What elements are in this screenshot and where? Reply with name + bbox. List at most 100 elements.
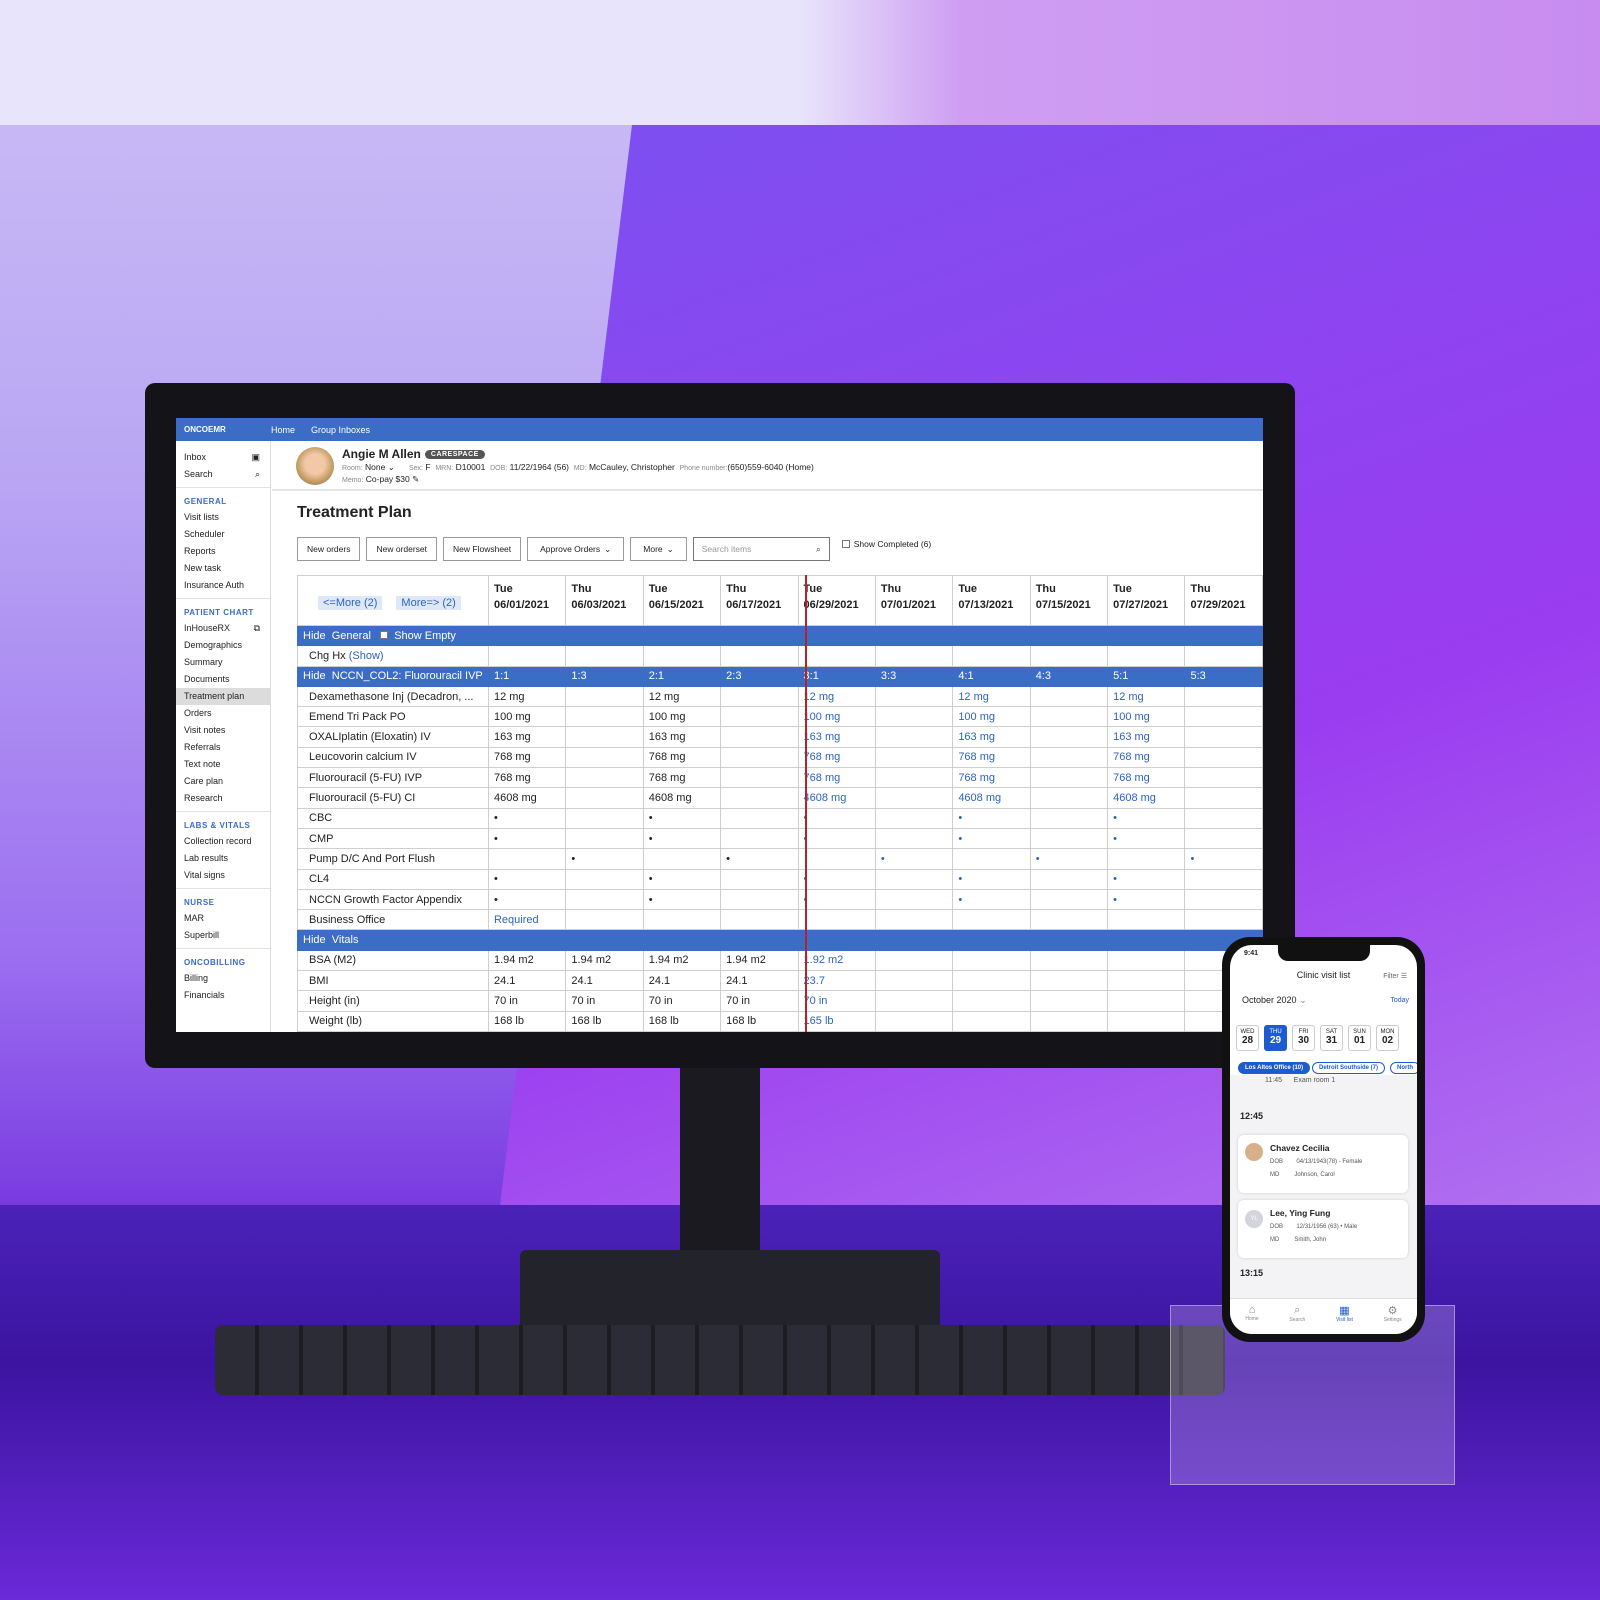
order-dot[interactable]: • [642,868,722,890]
value-cell[interactable]: 70 in [797,990,876,1012]
tab-home[interactable]: ⌂ Home [1245,1304,1258,1334]
hide-section-link[interactable]: Hide [303,670,326,682]
today-button[interactable]: Today [1390,997,1409,1004]
value-cell[interactable]: 163 mg [487,726,567,748]
value-cell[interactable]: 100 mg [952,706,1031,728]
day-button[interactable]: SUN 01 [1348,1025,1371,1051]
sidebar-item-inbox[interactable]: Inbox ▣ [176,449,270,466]
order-dot[interactable]: • [797,888,876,911]
location-chip[interactable]: North [1390,1062,1417,1074]
external-link-icon[interactable]: ⧉ [254,620,260,637]
value-cell[interactable]: 168 lb [565,1010,644,1032]
value-cell[interactable]: 168 lb [487,1010,567,1032]
sidebar-item-text-note[interactable]: Text note [176,756,270,773]
order-dot[interactable]: • [952,827,1031,850]
day-button[interactable]: MON 02 [1376,1025,1399,1051]
value-cell[interactable]: 24.1 [487,970,567,992]
date-column-header[interactable]: Tue 07/27/2021 [1107,575,1186,626]
hide-section-link[interactable]: Hide [303,630,326,642]
value-cell[interactable]: 1.92 m2 [797,949,876,972]
order-dot[interactable]: • [1107,868,1186,890]
date-column-header[interactable]: Tue 06/29/2021 [797,575,876,626]
sidebar-item-visit-lists[interactable]: Visit lists [176,509,270,526]
order-dot[interactable]: • [487,868,567,890]
more-next-button[interactable]: More=> (2) [396,596,461,610]
sidebar-item-referrals[interactable]: Referrals [176,739,270,756]
day-button[interactable]: FRI 30 [1292,1025,1315,1051]
value-cell[interactable]: 23.7 [797,970,876,992]
order-dot[interactable]: • [797,868,876,890]
order-dot[interactable]: • [797,827,876,850]
value-cell[interactable]: 168 lb [642,1010,722,1032]
value-cell[interactable]: 100 mg [797,706,876,728]
new-orderset-button[interactable]: New orderset [366,537,438,561]
value-cell[interactable]: 4608 mg [952,787,1031,809]
sidebar-item-inhouserx[interactable]: InHouseRX ⧉ [176,620,270,637]
order-dot[interactable]: • [487,827,567,850]
value-cell[interactable]: 163 mg [1107,726,1186,748]
value-cell[interactable]: 1.94 m2 [720,949,799,972]
order-dot[interactable]: • [487,807,567,829]
sidebar-item-orders[interactable]: Orders [176,705,270,722]
order-dot[interactable]: • [487,888,567,911]
sidebar-item-documents[interactable]: Documents [176,671,270,688]
value-cell[interactable]: 100 mg [642,706,722,728]
date-column-header[interactable]: Tue 06/15/2021 [642,575,722,626]
date-column-header[interactable]: Tue 07/13/2021 [952,575,1031,626]
date-column-header[interactable]: Thu 07/15/2021 [1029,575,1109,626]
search-input[interactable]: Search items ⌕ [692,537,830,561]
sidebar-item-demographics[interactable]: Demographics [176,637,270,654]
value-cell[interactable]: 100 mg [487,706,567,728]
patient-card[interactable]: YL Lee, Ying Fung DOB 12/31/1956 (63) • … [1238,1200,1408,1258]
sidebar-item-mar[interactable]: MAR [176,910,270,927]
sidebar-item-summary[interactable]: Summary [176,654,270,671]
value-cell[interactable]: 768 mg [797,767,876,789]
value-cell[interactable]: 12 mg [1107,685,1186,708]
value-cell[interactable]: 70 in [487,990,567,1012]
value-cell[interactable]: 24.1 [720,970,799,992]
order-dot[interactable]: • [642,807,722,829]
order-dot[interactable]: • [874,848,954,870]
value-cell[interactable]: 163 mg [797,726,876,748]
sidebar-item-financials[interactable]: Financials [176,987,270,1004]
sidebar-item-lab-results[interactable]: Lab results [176,850,270,867]
order-dot[interactable]: • [1107,827,1186,850]
tab-settings[interactable]: ⚙ Settings [1384,1304,1402,1334]
value-cell[interactable]: 768 mg [487,746,567,769]
value-cell[interactable]: 1.94 m2 [565,949,644,972]
sidebar-item-new-task[interactable]: New task [176,560,270,577]
patient-card[interactable]: Chavez Cecilia DOB 04/13/1943(78) - Fema… [1238,1135,1408,1193]
date-column-header[interactable]: Thu 07/01/2021 [874,575,954,626]
hide-section-link[interactable]: Hide [303,934,326,946]
value-cell[interactable]: 768 mg [487,767,567,789]
order-dot[interactable]: • [1184,848,1263,870]
value-cell[interactable]: 1.94 m2 [642,949,722,972]
value-cell[interactable]: 768 mg [952,767,1031,789]
value-cell[interactable]: 768 mg [642,746,722,769]
order-dot[interactable]: • [797,807,876,829]
sidebar-item-research[interactable]: Research [176,790,270,807]
value-cell[interactable]: Required [487,909,567,931]
value-cell[interactable]: 768 mg [1107,767,1186,789]
order-dot[interactable]: • [642,888,722,911]
value-cell[interactable]: 168 lb [720,1010,799,1032]
new-orders-button[interactable]: New orders [297,537,361,561]
value-cell[interactable]: 12 mg [797,685,876,708]
sidebar-item-care-plan[interactable]: Care plan [176,773,270,790]
value-cell[interactable]: 768 mg [1107,746,1186,769]
sidebar-item-collection-record[interactable]: Collection record [176,833,270,850]
more-button[interactable]: More ⌄ [630,537,687,561]
value-cell[interactable]: 70 in [720,990,799,1012]
sidebar-item-scheduler[interactable]: Scheduler [176,526,270,543]
order-dot[interactable]: • [952,807,1031,829]
order-dot[interactable]: • [565,848,644,870]
more-prev-button[interactable]: <=More (2) [318,596,383,610]
sidebar-item-insurance-auth[interactable]: Insurance Auth [176,577,270,594]
value-cell[interactable]: 4608 mg [1107,787,1186,809]
nav-group-inboxes[interactable]: Group Inboxes [311,425,370,435]
value-cell[interactable]: 12 mg [487,685,567,708]
value-cell[interactable]: 4608 mg [487,787,567,809]
date-column-header[interactable]: Thu 06/03/2021 [565,575,644,626]
month-select[interactable]: October 2020 ⌄ [1242,995,1307,1006]
date-column-header[interactable]: Tue 06/01/2021 [487,575,567,626]
